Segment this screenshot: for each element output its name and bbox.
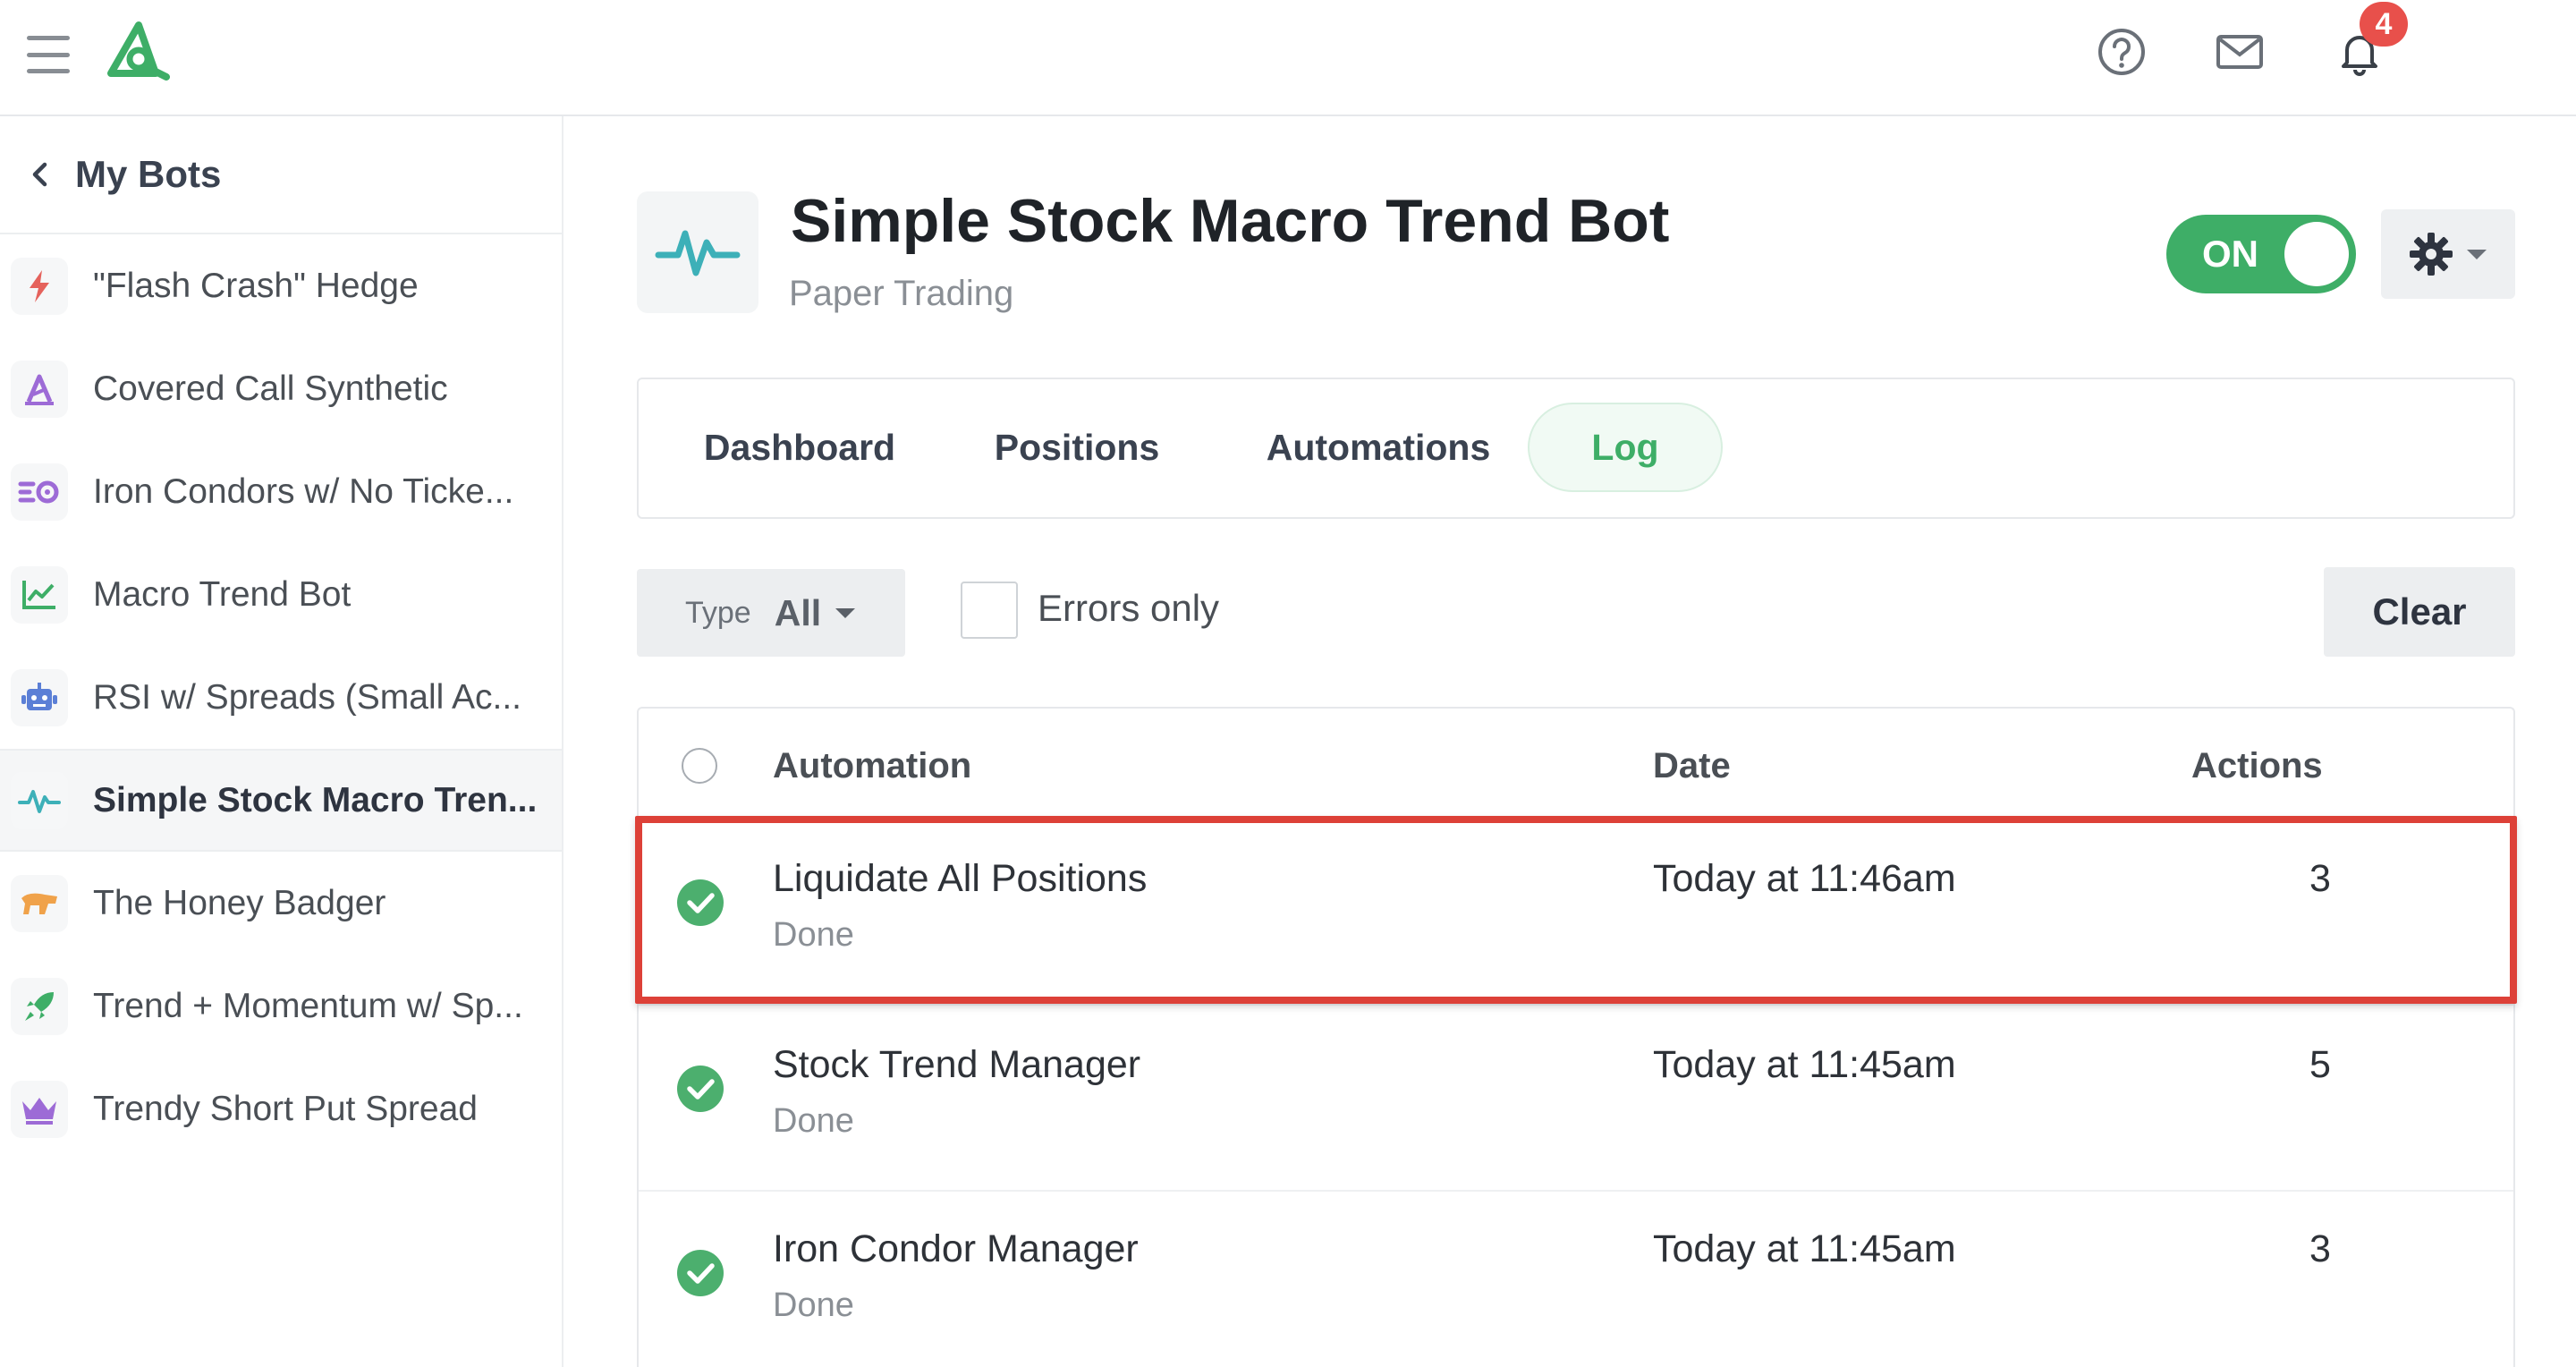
bot-pulse-icon: [637, 191, 758, 313]
condor-icon: [11, 463, 68, 521]
check-circle-icon: [677, 1066, 724, 1112]
my-bots-back-link[interactable]: My Bots: [0, 116, 562, 234]
sidebar-item-label: Trendy Short Put Spread: [93, 1089, 478, 1128]
row-actions-count: 3: [2309, 1227, 2331, 1270]
row-automation-name: Liquidate All Positions: [773, 857, 1148, 900]
back-label: My Bots: [75, 153, 222, 195]
table-row[interactable]: Iron Condor Manager Done Today at 11:45a…: [639, 1192, 2513, 1367]
sidebar-item-label: Simple Stock Macro Tren...: [93, 780, 538, 819]
sidebar-item-label: Trend + Momentum w/ Sp...: [93, 986, 523, 1025]
bot-subtitle: Paper Trading: [789, 274, 1014, 313]
tab-log[interactable]: Log: [1528, 403, 1723, 492]
bot-list: "Flash Crash" Hedge Covered Call Synthet…: [0, 234, 562, 1160]
notification-badge[interactable]: 4: [2360, 2, 2408, 47]
chart-line-icon: [11, 565, 68, 624]
sidebar-item-covered-call-synthetic[interactable]: Covered Call Synthetic: [0, 337, 562, 440]
row-automation-name: Stock Trend Manager: [773, 1043, 1141, 1086]
sidebar-item-iron-condors[interactable]: Iron Condors w/ No Ticke...: [0, 440, 562, 543]
mail-icon[interactable]: [2213, 25, 2267, 79]
check-circle-icon: [677, 879, 724, 926]
sidebar-item-rsi-w-spreads[interactable]: RSI w/ Spreads (Small Ac...: [0, 646, 562, 749]
log-table: Automation Date Actions Liquidate All Po…: [637, 707, 2515, 1367]
errors-only-checkbox[interactable]: [961, 582, 1018, 639]
row-status: Done: [773, 916, 854, 954]
sidebar: My Bots "Flash Crash" Hedge Covered Call…: [0, 116, 564, 1367]
bot-on-off-toggle[interactable]: ON: [2166, 215, 2356, 293]
table-row[interactable]: Liquidate All Positions Done Today at 11…: [639, 821, 2513, 1006]
row-actions-count: 3: [2309, 857, 2331, 900]
rocket-icon: [11, 977, 68, 1035]
row-status: Done: [773, 1102, 854, 1140]
type-filter-dropdown[interactable]: Type All: [637, 569, 905, 657]
sidebar-item-label: "Flash Crash" Hedge: [93, 266, 419, 305]
help-icon[interactable]: [2095, 25, 2148, 79]
chevron-left-icon: [32, 162, 47, 187]
select-all-radio[interactable]: [682, 748, 717, 784]
sidebar-item-trend-momentum[interactable]: Trend + Momentum w/ Sp...: [0, 955, 562, 1057]
page-title: Simple Stock Macro Trend Bot: [791, 187, 1670, 255]
check-circle-icon: [677, 1250, 724, 1296]
app-logo-icon[interactable]: [104, 20, 174, 81]
table-row[interactable]: Stock Trend Manager Done Today at 11:45a…: [639, 1007, 2513, 1192]
sidebar-item-label: Macro Trend Bot: [93, 574, 352, 614]
toggle-knob: [2284, 222, 2349, 286]
errors-only-label[interactable]: Errors only: [1038, 587, 1219, 630]
sidebar-item-flash-crash-hedge[interactable]: "Flash Crash" Hedge: [0, 234, 562, 337]
row-date: Today at 11:46am: [1653, 857, 1956, 900]
sidebar-item-label: Covered Call Synthetic: [93, 369, 448, 408]
top-bar: 4: [0, 0, 2576, 116]
row-automation-name: Iron Condor Manager: [773, 1227, 1139, 1270]
gear-icon: [2410, 233, 2453, 276]
row-actions-count: 5: [2309, 1043, 2331, 1086]
row-date: Today at 11:45am: [1653, 1043, 1956, 1086]
tabs-bar: Dashboard Positions Automations Log: [637, 378, 2515, 519]
settings-dropdown-button[interactable]: [2381, 209, 2515, 299]
column-header-automation[interactable]: Automation: [773, 746, 971, 786]
letter-a-icon: [11, 360, 68, 418]
type-filter-value: All: [774, 591, 822, 633]
caret-down-icon: [835, 608, 856, 618]
sidebar-item-the-honey-badger[interactable]: The Honey Badger: [0, 852, 562, 955]
sidebar-item-simple-stock-macro-trend[interactable]: Simple Stock Macro Tren...: [0, 749, 562, 852]
toggle-label: ON: [2202, 233, 2258, 275]
badger-icon: [11, 874, 68, 932]
sidebar-item-label: RSI w/ Spreads (Small Ac...: [93, 677, 521, 717]
robot-icon: [11, 668, 68, 726]
sidebar-item-trendy-short-put-spread[interactable]: Trendy Short Put Spread: [0, 1057, 562, 1160]
caret-down-icon: [2467, 250, 2487, 259]
sidebar-item-label: The Honey Badger: [93, 883, 386, 922]
crown-icon: [11, 1080, 68, 1138]
type-filter-label: Type: [685, 595, 751, 630]
clear-button[interactable]: Clear: [2324, 567, 2515, 657]
table-header: Automation Date Actions: [639, 709, 2513, 821]
tab-automations[interactable]: Automations: [1240, 403, 1517, 492]
sidebar-item-macro-trend-bot[interactable]: Macro Trend Bot: [0, 543, 562, 646]
tab-positions[interactable]: Positions: [979, 403, 1175, 492]
pulse-icon: [11, 771, 68, 829]
column-header-date[interactable]: Date: [1653, 746, 1731, 786]
row-status: Done: [773, 1286, 854, 1324]
tab-dashboard[interactable]: Dashboard: [692, 403, 907, 492]
column-header-actions[interactable]: Actions: [2191, 746, 2323, 786]
row-date: Today at 11:45am: [1653, 1227, 1956, 1270]
lightning-icon: [11, 257, 68, 315]
sidebar-item-label: Iron Condors w/ No Ticke...: [93, 471, 514, 511]
hamburger-menu-icon[interactable]: [27, 36, 70, 73]
